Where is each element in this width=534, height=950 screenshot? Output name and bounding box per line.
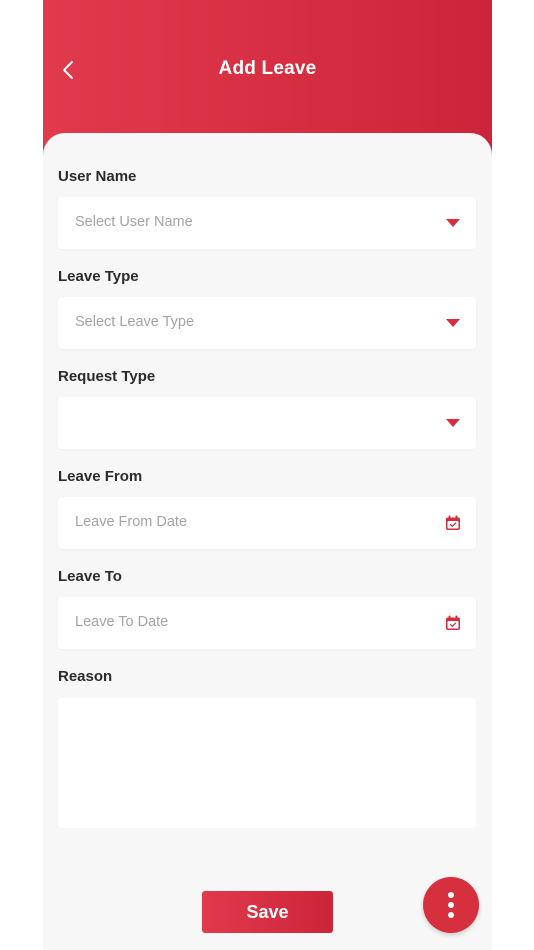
user-name-select[interactable]: Select User Name [58,197,476,249]
caret-down-icon [446,219,460,227]
leave-to-placeholder: Leave To Date [75,614,169,630]
leave-from-date-field[interactable]: Leave From Date [58,497,476,549]
calendar-icon[interactable] [445,515,461,531]
leave-from-placeholder: Leave From Date [75,514,188,530]
caret-down-icon [446,319,460,327]
more-options-button[interactable] [423,877,479,933]
save-button[interactable]: Save [202,891,333,933]
more-vertical-icon [448,912,454,918]
request-type-label: Request Type [58,368,156,385]
app-screen: Add Leave User Name Select User Name Lea… [43,0,492,950]
leave-type-placeholder: Select Leave Type [75,314,195,330]
more-vertical-icon [448,892,454,898]
form-sheet: User Name Select User Name Leave Type Se… [43,133,492,950]
more-vertical-icon [448,902,454,908]
page-title: Add Leave [218,58,317,79]
leave-to-date-field[interactable]: Leave To Date [58,597,476,649]
user-name-label: User Name [58,168,137,185]
leave-type-select[interactable]: Select Leave Type [58,297,476,349]
leave-to-label: Leave To [58,568,122,585]
leave-type-label: Leave Type [58,268,139,285]
reason-textarea[interactable] [58,698,476,828]
caret-down-icon [446,419,460,427]
request-type-select[interactable] [58,397,476,449]
reason-label: Reason [58,668,113,685]
calendar-icon[interactable] [445,615,461,631]
leave-from-label: Leave From [58,468,143,485]
user-name-placeholder: Select User Name [75,214,193,230]
